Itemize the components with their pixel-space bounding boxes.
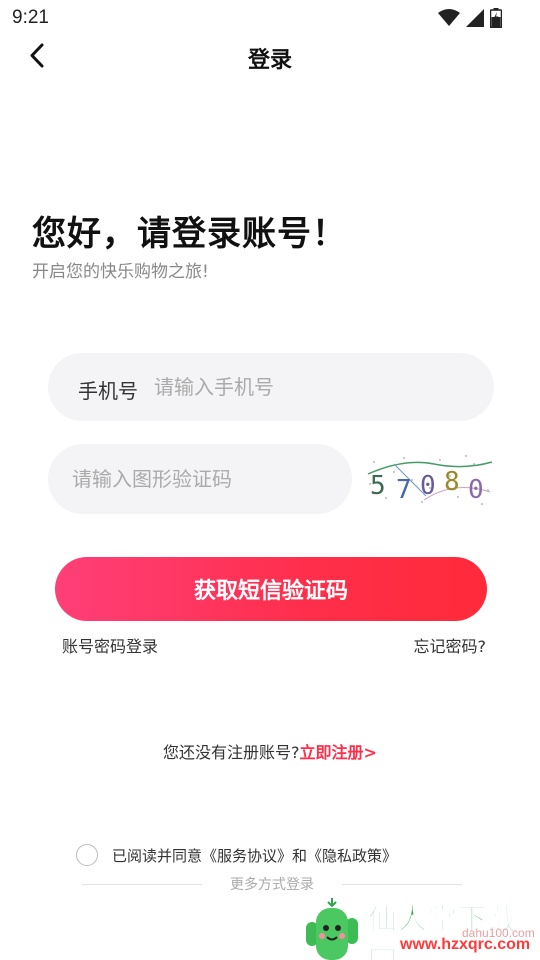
phone-input[interactable] [154, 369, 474, 405]
greeting-subtitle: 开启您的快乐购物之旅! [32, 262, 209, 282]
captcha-field [48, 444, 352, 514]
register-link[interactable]: 立即注册> [300, 743, 377, 762]
get-sms-code-button[interactable]: 获取短信验证码 [55, 557, 487, 621]
status-bar: 9:21 [0, 0, 540, 36]
forgot-password-link[interactable]: 忘记密码? [414, 633, 487, 657]
captcha-image[interactable]: 5 7 0 8 0 [364, 450, 496, 510]
more-login-divider: 更多方式登录 [82, 874, 462, 894]
register-prompt: 您还没有注册账号? [163, 743, 300, 762]
captcha-char: 8 [444, 467, 460, 497]
status-icons [438, 8, 502, 28]
phone-field: 手机号 [48, 353, 494, 421]
password-login-link[interactable]: 账号密码登录 [62, 633, 158, 657]
wifi-icon [438, 9, 460, 26]
divider-line [342, 884, 462, 885]
watermark: 仙人掌下载网 dahu100.com www.hzxqrc.com [300, 896, 540, 960]
register-row: 您还没有注册账号?立即注册> [0, 739, 540, 763]
captcha-input[interactable] [72, 461, 332, 497]
signal-icon [466, 9, 484, 27]
agreement-text[interactable]: 已阅读并同意《服务协议》和《隐私政策》 [112, 845, 397, 866]
greeting-title: 您好，请登录账号！ [32, 214, 347, 254]
captcha-char: 0 [468, 475, 484, 505]
captcha-char: 0 [420, 471, 436, 501]
captcha-char: 5 [370, 471, 386, 501]
page-title: 登录 [247, 48, 292, 73]
status-time: 9:21 [12, 7, 49, 28]
agreement-row: 已阅读并同意《服务协议》和《隐私政策》 [76, 844, 397, 866]
watermark-url: www.hzxqrc.com [400, 936, 531, 953]
phone-label: 手机号 [78, 379, 138, 403]
nav-bar: 登录 [0, 36, 540, 82]
agreement-checkbox[interactable] [76, 844, 98, 866]
captcha-char: 7 [396, 475, 412, 505]
battery-icon [490, 8, 502, 28]
cactus-logo-icon [306, 898, 358, 960]
